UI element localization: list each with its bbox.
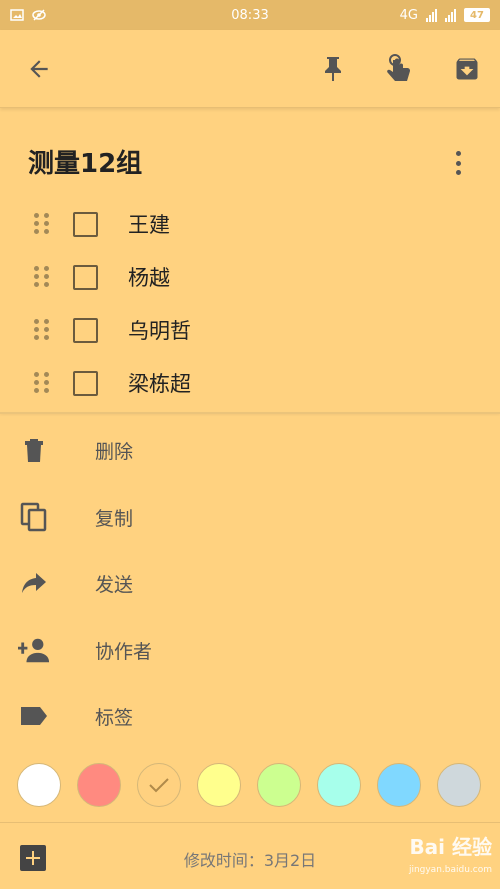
item-checkbox[interactable] <box>73 317 98 343</box>
checklist-item: 梁栋超 <box>0 359 500 407</box>
copy-icon <box>18 501 50 533</box>
add-person-icon <box>18 634 50 666</box>
color-swatch-orange[interactable] <box>137 763 181 807</box>
status-left <box>10 9 46 21</box>
color-swatch-green[interactable] <box>257 763 301 807</box>
arrow-left-icon <box>30 60 48 78</box>
back-button[interactable] <box>22 52 56 86</box>
menu-label-collaborators: 协作者 <box>95 640 153 663</box>
note-title[interactable]: 测量12组 <box>28 143 142 180</box>
checklist-item-text[interactable]: 乌明哲 <box>128 315 191 345</box>
watermark-url: jingyan.baidu.com <box>408 865 492 875</box>
archive-icon <box>456 58 478 80</box>
item-checkbox[interactable] <box>73 211 98 237</box>
checklist-item-text[interactable]: 杨越 <box>128 262 170 292</box>
watermark-text: Bai 经验 <box>409 835 492 859</box>
battery-icon: 47 <box>464 8 490 22</box>
checklist-item: 乌明哲 <box>0 306 500 354</box>
network-type: 4G <box>399 7 418 23</box>
menu-item-send[interactable]: 发送 <box>0 553 500 613</box>
note-toolbar <box>0 30 500 108</box>
menu-divider <box>0 412 500 414</box>
color-swatch-white[interactable] <box>17 763 61 807</box>
drag-handle-icon[interactable] <box>34 266 50 288</box>
baidu-watermark: Bai 经验 jingyan.baidu.com <box>409 831 492 875</box>
color-swatch-gray[interactable] <box>437 763 481 807</box>
drag-handle-icon[interactable] <box>34 213 50 235</box>
menu-label-labels: 标签 <box>95 706 134 729</box>
color-swatch-red[interactable] <box>77 763 121 807</box>
signal-icon-2 <box>445 8 456 22</box>
archive-button[interactable] <box>450 52 484 86</box>
checklist-item: 王建 <box>0 200 500 248</box>
more-options-icon[interactable] <box>448 148 468 178</box>
menu-label-delete: 删除 <box>95 440 134 463</box>
color-swatch-yellow[interactable] <box>197 763 241 807</box>
status-bar: 08:33 4G 47 <box>0 0 500 30</box>
color-palette <box>0 763 500 809</box>
checklist-item: 杨越 <box>0 253 500 301</box>
menu-label-send: 发送 <box>95 573 134 596</box>
menu-item-copy[interactable]: 复制 <box>0 487 500 547</box>
hand-pointer-icon <box>387 54 410 81</box>
image-notification-icon <box>10 9 24 21</box>
checklist-item-text[interactable]: 梁栋超 <box>128 368 191 398</box>
menu-label-copy: 复制 <box>95 507 134 530</box>
drag-handle-icon[interactable] <box>34 372 50 394</box>
checklist-item-text[interactable]: 王建 <box>128 209 170 239</box>
share-icon <box>18 567 50 599</box>
status-right: 4G 47 <box>400 8 490 23</box>
reminder-button[interactable] <box>382 52 416 86</box>
color-swatch-blue[interactable] <box>377 763 421 807</box>
item-checkbox[interactable] <box>73 370 98 396</box>
menu-item-delete[interactable]: 删除 <box>0 420 500 480</box>
menu-item-labels[interactable]: 标签 <box>0 686 500 746</box>
menu-item-collaborators[interactable]: 协作者 <box>0 620 500 680</box>
trash-icon <box>18 434 50 466</box>
color-swatch-teal[interactable] <box>317 763 361 807</box>
signal-icon <box>426 8 437 22</box>
bottom-bar: 修改时间：3月2日 Bai 经验 jingyan.baidu.com <box>0 822 500 889</box>
pin-button[interactable] <box>316 52 350 86</box>
item-checkbox[interactable] <box>73 264 98 290</box>
label-icon <box>18 700 50 732</box>
checkmark-icon <box>149 778 169 793</box>
eye-off-icon <box>32 9 46 21</box>
drag-handle-icon[interactable] <box>34 319 50 341</box>
pin-icon <box>325 57 341 81</box>
